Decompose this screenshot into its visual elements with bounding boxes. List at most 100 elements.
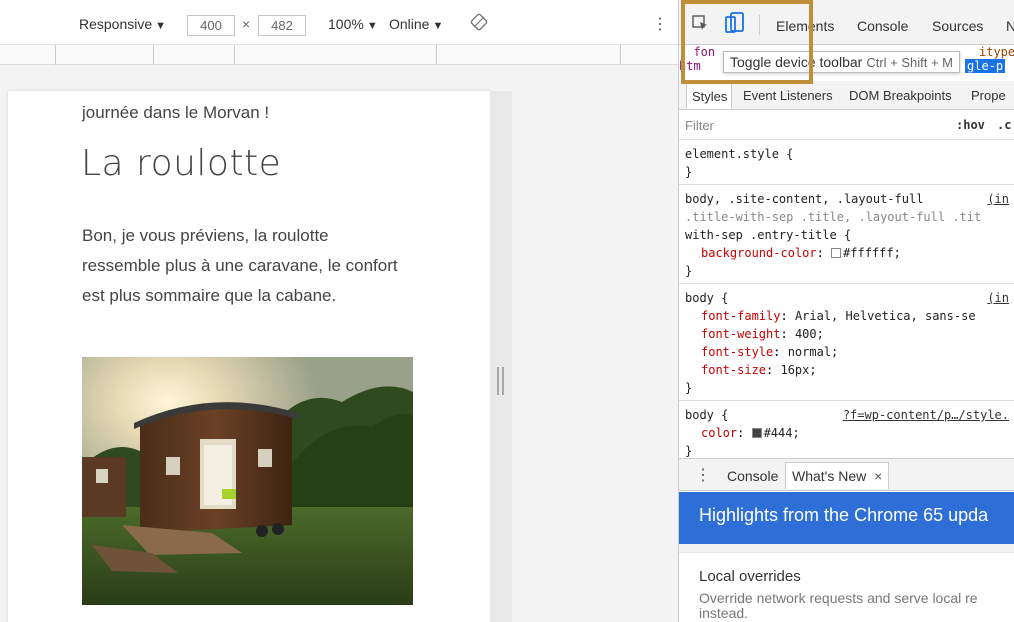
css-property: font-size <box>701 363 767 377</box>
tab-properties[interactable]: Prope <box>971 88 1006 103</box>
tab-styles[interactable]: Styles <box>686 83 733 109</box>
css-rule-body-font[interactable]: body {(in font-family: Arial, Helvetica,… <box>679 284 1014 401</box>
network-throttle-dropdown[interactable]: Online ▼ <box>389 16 443 32</box>
css-value: normal; <box>787 345 839 359</box>
styles-rules-list[interactable]: element.style { } body, .site-content, .… <box>679 140 1014 458</box>
rotate-icon[interactable] <box>470 13 488 34</box>
tab-console[interactable]: Console <box>857 18 908 34</box>
css-property: font-style <box>701 345 774 359</box>
chevron-down-icon: ▼ <box>432 20 444 32</box>
dom-line: htm <box>679 59 701 73</box>
responsive-label: Responsive <box>79 16 153 32</box>
whats-new-item[interactable]: Local overrides Override network request… <box>679 552 1014 622</box>
toolbar-divider <box>759 15 760 35</box>
responsive-dropdown[interactable]: Responsive ▼ <box>79 16 166 32</box>
more-options-icon[interactable]: ⋮ <box>652 14 668 34</box>
page-text-fragment: journée dans le Morvan ! <box>82 103 270 122</box>
cls-button[interactable]: .c <box>997 118 1011 132</box>
hov-button[interactable]: :hov <box>956 118 985 132</box>
tab-dom-breakpoints[interactable]: DOM Breakpoints <box>849 88 952 103</box>
device-toolbar-icon[interactable] <box>725 12 745 37</box>
css-declaration[interactable]: color: #444; <box>685 424 1009 442</box>
drawer-tab-label: What's New <box>792 468 867 484</box>
drawer-tab-whats-new[interactable]: What's New × <box>785 462 890 489</box>
tab-event-listeners[interactable]: Event Listeners <box>743 88 833 103</box>
css-value: 16px; <box>780 363 817 377</box>
rule-source-link[interactable]: ?f=wp-content/p…/style. <box>843 406 1009 424</box>
chevron-down-icon: ▼ <box>155 20 167 32</box>
page-heading: La roulotte <box>81 143 282 184</box>
device-toolbar: Responsive ▼ 400 × 482 100% ▼ Online ▼ ⋮ <box>0 0 678 45</box>
css-declaration[interactable]: font-weight: 400; <box>685 325 1009 343</box>
tab-network[interactable]: N <box>1006 18 1014 34</box>
drawer-tab-bar: ⋮ Console What's New × <box>679 458 1014 491</box>
viewport-resize-strip[interactable] <box>490 91 512 622</box>
zoom-label: 100% <box>328 16 364 32</box>
css-declaration[interactable]: font-size: 16px; <box>685 361 1009 379</box>
whats-new-item-desc: Override network requests and serve loca… <box>699 590 978 606</box>
network-label: Online <box>389 16 430 32</box>
tab-sources[interactable]: Sources <box>932 18 983 34</box>
css-property: color <box>701 426 738 440</box>
rule-selector: .title-with-sep .title, .layout-full .ti… <box>685 210 982 224</box>
css-value: 400; <box>794 327 824 341</box>
css-colon: : <box>780 309 795 323</box>
color-swatch-icon[interactable] <box>751 428 762 438</box>
resize-handle-icon[interactable] <box>497 367 504 395</box>
rule-source-link[interactable]: (in <box>987 190 1009 208</box>
dom-line: fon <box>679 45 716 59</box>
rule-selector: body { <box>685 408 729 422</box>
styles-filter-bar: Filter :hov .c <box>679 110 1014 140</box>
dom-line: itype <box>979 45 1014 59</box>
height-input[interactable]: 482 <box>258 15 306 36</box>
ruler-tick <box>436 45 437 65</box>
css-rule-element-style[interactable]: element.style { } <box>679 140 1014 185</box>
whats-new-item-title: Local overrides <box>699 568 801 585</box>
drawer-menu-icon[interactable]: ⋮ <box>695 465 711 485</box>
css-colon: : <box>773 345 788 359</box>
css-value: #444; <box>763 426 800 440</box>
rule-selector: element.style { <box>685 147 794 161</box>
css-colon: : <box>737 426 752 440</box>
device-toolbar-tooltip: Toggle device toolbar Ctrl + Shift + M <box>723 51 961 73</box>
device-emulation-pane: Responsive ▼ 400 × 482 100% ▼ Online ▼ ⋮ jo… <box>0 0 678 622</box>
ruler-tick <box>620 45 621 65</box>
css-colon: : <box>766 363 781 377</box>
tooltip-shortcut: Ctrl + Shift + M <box>866 55 954 70</box>
drawer-tab-console[interactable]: Console <box>727 468 778 484</box>
ruler-tick <box>234 45 235 65</box>
whats-new-banner: Highlights from the Chrome 65 upda <box>679 492 1014 544</box>
css-declaration[interactable]: font-family: Arial, Helvetica, sans-se <box>685 307 1009 325</box>
dimension-times-sign: × <box>242 16 251 32</box>
ruler-tick <box>55 45 56 65</box>
close-icon[interactable]: × <box>874 468 882 484</box>
zoom-dropdown[interactable]: 100% ▼ <box>328 16 378 32</box>
devtools-tab-bar: Elements Console Sources N <box>679 0 1014 45</box>
devtools-panel: Elements Console Sources N fon htm itype… <box>678 0 1014 622</box>
rule-source-link[interactable]: (in <box>987 289 1009 307</box>
page-paragraph: Bon, je vous préviens, la roulotte resse… <box>82 226 398 305</box>
css-property: font-family <box>701 309 781 323</box>
sidebar-pane-tabs: Styles Event Listeners DOM Breakpoints P… <box>679 81 1014 110</box>
chevron-down-icon: ▼ <box>366 20 378 32</box>
tab-elements[interactable]: Elements <box>776 18 834 34</box>
media-query-ruler[interactable] <box>0 45 678 65</box>
width-input[interactable]: 400 <box>187 15 235 36</box>
css-declaration[interactable]: background-color: #ffffff; <box>685 244 1009 262</box>
rule-selector: body, .site-content, .layout-full <box>685 192 924 206</box>
dom-line-selected: gle-p <box>965 59 1006 73</box>
css-rule-body-color[interactable]: body { ?f=wp-content/p…/style. color: #44… <box>679 401 1014 458</box>
css-rule-body-background[interactable]: body, .site-content, .layout-full (in .ti… <box>679 185 1014 284</box>
styles-filter-input[interactable]: Filter <box>685 118 714 133</box>
css-property: font-weight <box>701 327 781 341</box>
roulotte-photo <box>82 357 413 605</box>
rule-close-brace: } <box>685 264 693 278</box>
emulated-viewport: journée dans le Morvan ! La roulotte Bon… <box>8 91 490 622</box>
inspect-element-icon[interactable] <box>691 14 709 35</box>
color-swatch-icon[interactable] <box>831 248 842 258</box>
tooltip-text: Toggle device toolbar <box>730 54 863 70</box>
whats-new-item-desc: instead. <box>699 605 749 621</box>
css-declaration[interactable]: font-style: normal; <box>685 343 1009 361</box>
css-colon: : <box>780 327 795 341</box>
css-colon: : <box>816 246 832 260</box>
